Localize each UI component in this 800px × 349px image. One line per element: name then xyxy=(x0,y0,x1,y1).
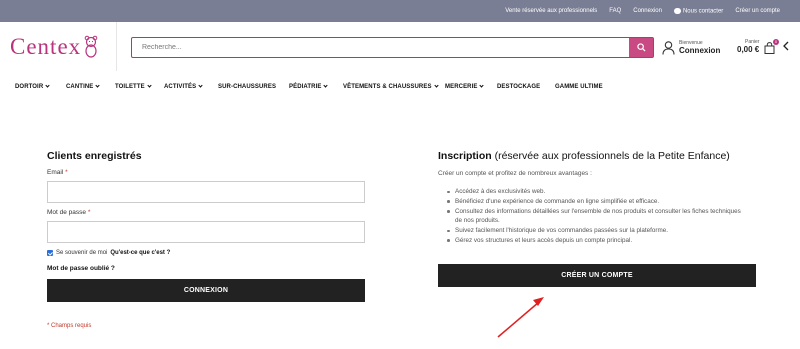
annotation-arrow-icon xyxy=(497,297,544,338)
